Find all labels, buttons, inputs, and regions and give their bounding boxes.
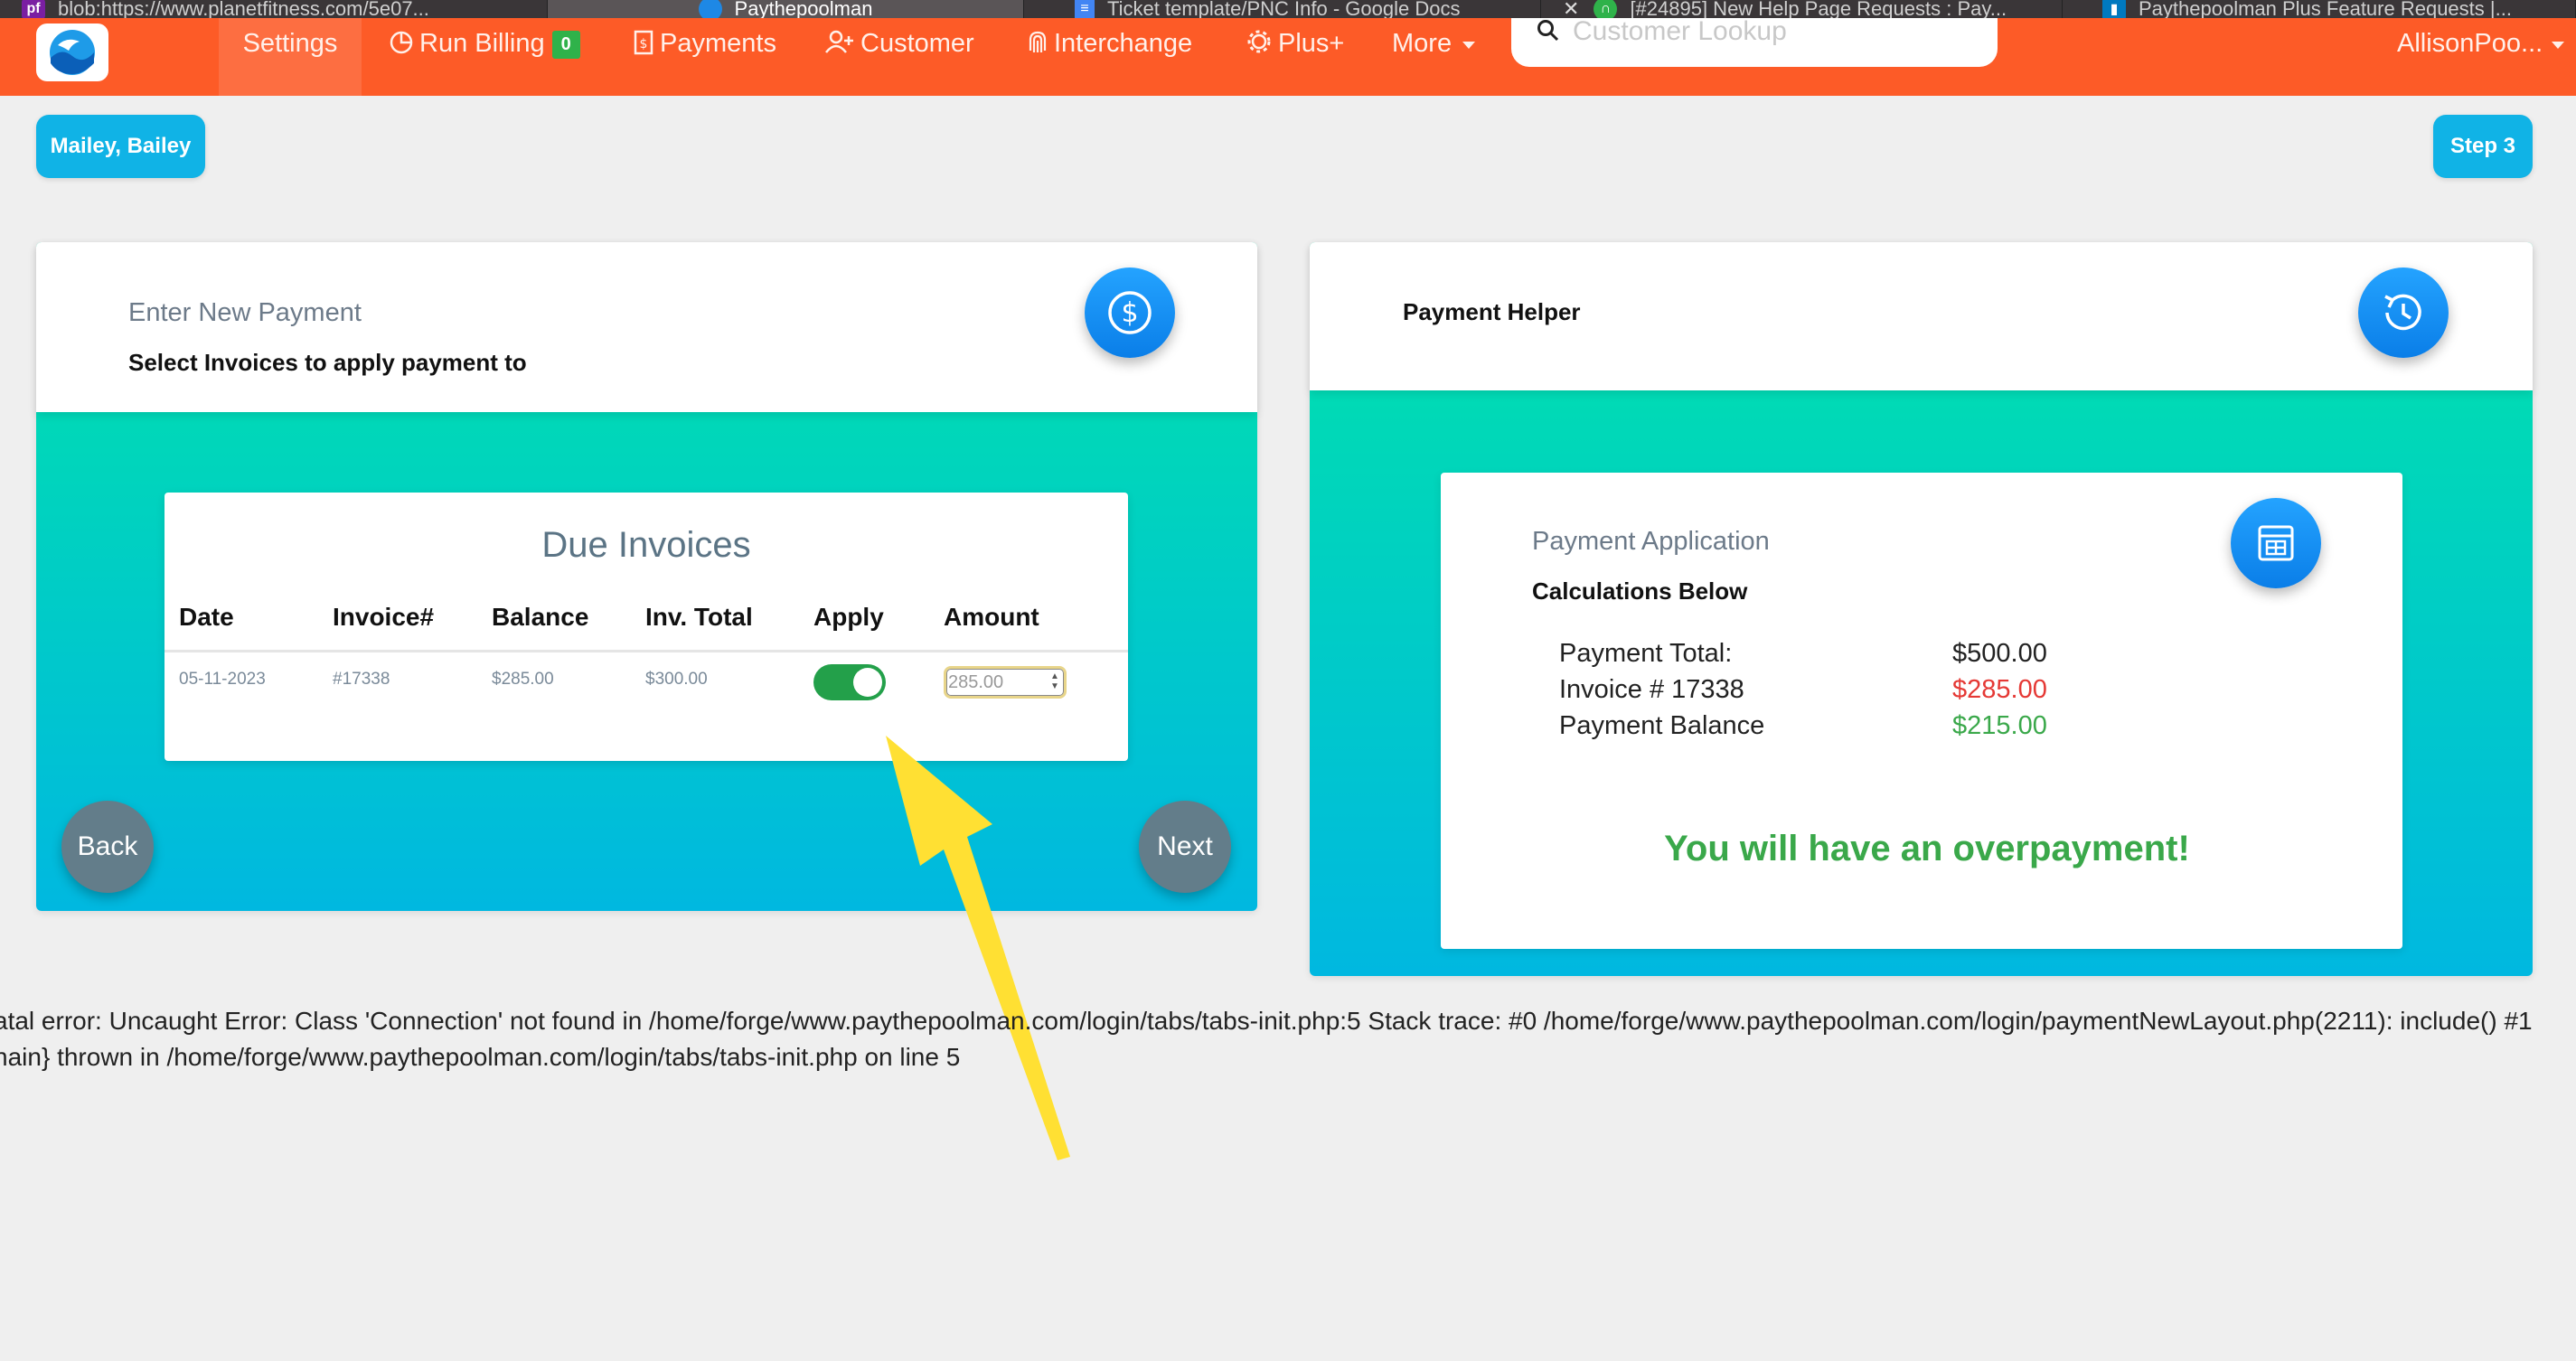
browser-tab-title: blob:https://www.planetfitness.com/5e07.…	[58, 0, 429, 18]
back-button[interactable]: Back	[61, 801, 154, 893]
fingerprint-icon	[1029, 31, 1047, 52]
pie-chart-icon	[390, 31, 413, 54]
svg-text:$: $	[1121, 297, 1138, 329]
payment-helper-title: Payment Helper	[1403, 298, 1581, 325]
enter-payment-title: Enter New Payment	[128, 298, 362, 327]
invoice-balance: $285.00	[492, 670, 554, 689]
paythepoolman-logo[interactable]	[36, 23, 108, 81]
invoice-date: 05-11-2023	[179, 670, 266, 689]
logo-wave-icon	[50, 30, 95, 75]
receipt-icon: $	[634, 30, 653, 55]
browser-tab-strip: pf blob:https://www.planetfitness.com/5e…	[0, 0, 2576, 18]
browser-tab-google-docs[interactable]: ≡ Ticket template/PNC Info - Google Docs	[1024, 0, 1541, 18]
nav-plus[interactable]: Plus+	[1246, 18, 1344, 96]
svg-text:$: $	[640, 37, 648, 52]
payment-application-subtitle: Calculations Below	[1532, 577, 1748, 605]
payment-helper-header: Payment Helper	[1310, 242, 2533, 390]
payment-application-panel: Payment Application Calculations Below P…	[1441, 473, 2402, 949]
nav-more-label: More	[1392, 29, 1453, 58]
invoice-total: $300.00	[645, 670, 708, 689]
user-menu-dropdown[interactable]: AllisonPoo...	[2397, 18, 2573, 96]
history-icon	[2358, 268, 2449, 358]
enter-payment-card: Enter New Payment Select Invoices to app…	[36, 242, 1257, 1160]
user-name: AllisonPoo...	[2397, 29, 2543, 58]
payment-balance-label: Payment Balance	[1559, 711, 1765, 740]
nav-settings[interactable]: Settings	[219, 18, 362, 96]
payment-total-value: $500.00	[1952, 639, 2047, 668]
nav-interchange[interactable]: Interchange	[1027, 18, 1192, 96]
nav-customer[interactable]: Customer	[824, 18, 974, 96]
nav-payments-label: Payments	[660, 29, 776, 58]
step-indicator-pill[interactable]: Step 3	[2433, 115, 2533, 178]
google-docs-icon: ≡	[1075, 0, 1095, 18]
close-tab-icon[interactable]: ✕	[1563, 0, 1579, 18]
column-header-date: Date	[179, 603, 234, 631]
browser-tab-help-requests[interactable]: ✕ ∩ [#24895] New Help Page Requests : Pa…	[1541, 0, 2063, 18]
php-error-message: atal error: Uncaught Error: Class 'Conne…	[0, 1003, 2533, 1075]
nav-customer-label: Customer	[860, 29, 974, 58]
column-header-inv-total: Inv. Total	[645, 603, 753, 631]
trello-icon: ▮	[2102, 0, 2126, 18]
invoice-line-value: $285.00	[1952, 675, 2047, 704]
browser-tab-trello[interactable]: ▮ Paythepoolman Plus Feature Requests |.…	[2063, 0, 2576, 18]
dollar-icon: $	[1085, 268, 1175, 358]
customer-lookup-input[interactable]	[1573, 16, 1970, 47]
next-button[interactable]: Next	[1139, 801, 1231, 893]
column-header-invoice: Invoice#	[333, 603, 435, 631]
payment-total-label: Payment Total:	[1559, 639, 1733, 668]
nav-interchange-label: Interchange	[1054, 29, 1193, 58]
nav-more-dropdown[interactable]: More	[1392, 18, 1484, 96]
search-icon	[1537, 20, 1559, 42]
customer-name-pill[interactable]: Mailey, Bailey	[36, 115, 205, 178]
nav-payments[interactable]: $ Payments	[633, 18, 776, 96]
apply-toggle[interactable]	[813, 664, 886, 700]
browser-tab-paythepoolman[interactable]: Paythepoolman	[548, 0, 1024, 18]
due-invoices-panel: Due Invoices Date Invoice# Balance Inv. …	[165, 493, 1128, 761]
enter-payment-subtitle: Select Invoices to apply payment to	[128, 349, 527, 376]
planetfitness-favicon: pf	[22, 0, 45, 18]
column-header-apply: Apply	[813, 603, 884, 631]
run-billing-count-badge: 0	[551, 31, 580, 59]
caret-down-icon	[2552, 42, 2565, 49]
enter-payment-header: Enter New Payment Select Invoices to app…	[36, 242, 1257, 412]
nav-settings-label: Settings	[242, 29, 338, 58]
amount-stepper[interactable]: ▲ ▼	[1048, 671, 1061, 693]
calculator-icon	[2231, 498, 2321, 588]
browser-tab-title: Paythepoolman	[734, 0, 873, 18]
paythepoolman-favicon	[698, 0, 722, 18]
browser-tab-title: [#24895] New Help Page Requests : Pay...	[1630, 0, 2007, 18]
payment-helper-card: Payment Helper Payment Application Calcu…	[1310, 242, 2533, 976]
table-header-divider	[165, 650, 1128, 652]
toggle-knob	[853, 668, 882, 697]
headset-icon: ∩	[1594, 0, 1618, 18]
error-line-2: nain} thrown in /home/forge/www.paythepo…	[0, 1043, 961, 1071]
add-user-icon	[825, 30, 853, 53]
column-header-amount: Amount	[944, 603, 1039, 631]
nav-run-billing[interactable]: Run Billing 0	[389, 18, 580, 96]
nav-run-billing-label: Run Billing	[419, 29, 545, 58]
column-header-balance: Balance	[492, 603, 589, 631]
payment-application-title: Payment Application	[1532, 527, 1770, 556]
overpayment-message: You will have an overpayment!	[1664, 829, 2190, 868]
browser-tab-title: Ticket template/PNC Info - Google Docs	[1107, 0, 1461, 18]
payment-balance-value: $215.00	[1952, 711, 2047, 740]
customer-lookup-search[interactable]	[1511, 16, 1998, 67]
error-line-1: atal error: Uncaught Error: Class 'Conne…	[0, 1007, 2533, 1035]
invoice-line-label: Invoice # 17338	[1559, 675, 1744, 704]
browser-tab-title: Paythepoolman Plus Feature Requests |...	[2139, 0, 2512, 18]
due-invoices-title: Due Invoices	[541, 525, 751, 565]
annotation-arrow	[886, 736, 1070, 1160]
gear-icon	[1247, 30, 1271, 53]
invoice-number: #17338	[333, 670, 390, 689]
browser-tab-planetfitness[interactable]: pf blob:https://www.planetfitness.com/5e…	[0, 0, 548, 18]
nav-plus-label: Plus+	[1278, 29, 1345, 58]
top-navbar: Settings Run Billing 0 $ Payments Custom…	[0, 16, 2576, 96]
caret-down-icon	[1462, 42, 1476, 49]
